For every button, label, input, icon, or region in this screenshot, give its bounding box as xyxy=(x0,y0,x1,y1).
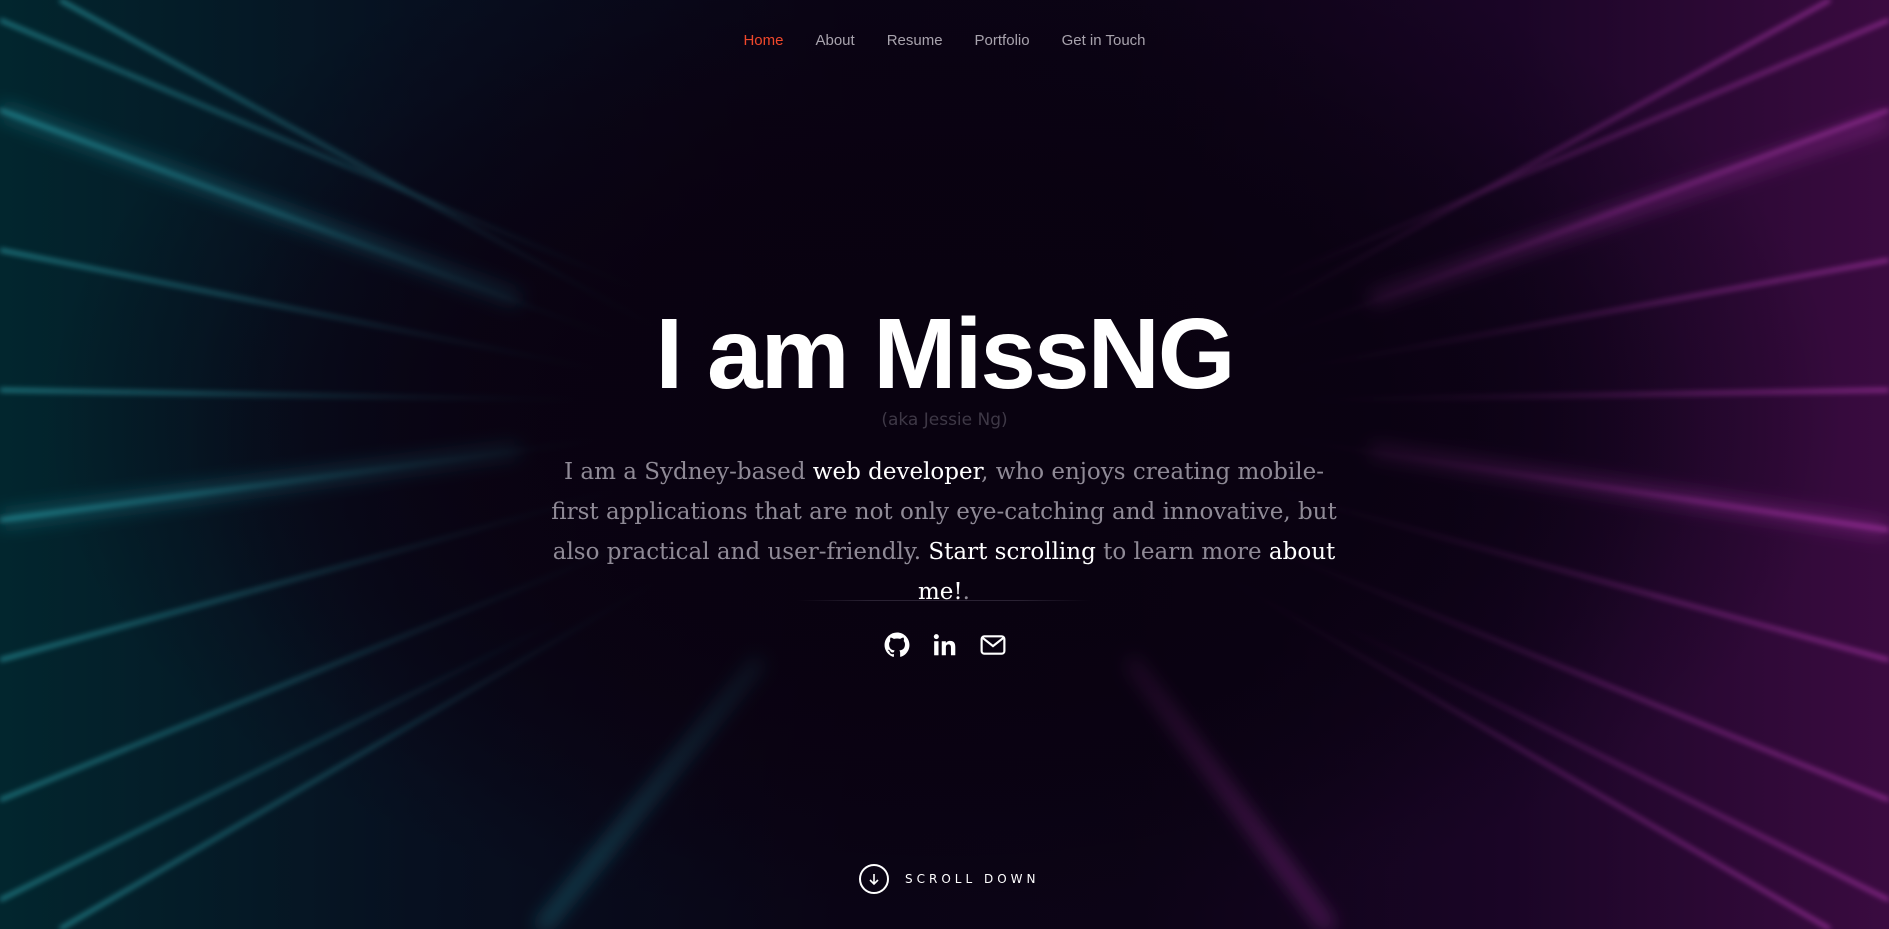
main-nav: Home About Resume Portfolio Get in Touch xyxy=(0,30,1889,52)
intro-link-start-scrolling[interactable]: Start scrolling xyxy=(928,539,1095,565)
hero-intro: I am a Sydney-based web developer, who e… xyxy=(544,452,1344,612)
nav-item-get-in-touch[interactable]: Get in Touch xyxy=(1062,30,1146,52)
intro-link-web-developer[interactable]: web developer xyxy=(813,459,981,485)
linkedin-icon[interactable] xyxy=(932,632,958,658)
nav-item-home[interactable]: Home xyxy=(743,30,783,52)
nav-item-about[interactable]: About xyxy=(815,30,854,52)
divider xyxy=(798,600,1090,601)
intro-text-4: . xyxy=(962,579,970,605)
nav-item-resume[interactable]: Resume xyxy=(887,30,943,52)
hero-title: I am MissNG xyxy=(655,298,1235,410)
nav-item-portfolio[interactable]: Portfolio xyxy=(975,30,1030,52)
mail-icon[interactable] xyxy=(980,632,1006,658)
scroll-down-label: SCROLL DOWN xyxy=(905,872,1040,886)
scroll-down-button[interactable]: SCROLL DOWN xyxy=(859,864,1040,894)
arrow-down-circle-icon xyxy=(859,864,889,894)
github-icon[interactable] xyxy=(884,632,910,658)
hero-section: Home About Resume Portfolio Get in Touch… xyxy=(0,0,1889,929)
hero-aka: (aka Jessie Ng) xyxy=(881,410,1008,430)
intro-text-1: I am a Sydney-based xyxy=(563,459,813,485)
intro-text-3: to learn more xyxy=(1095,539,1269,565)
social-links xyxy=(0,632,1889,658)
